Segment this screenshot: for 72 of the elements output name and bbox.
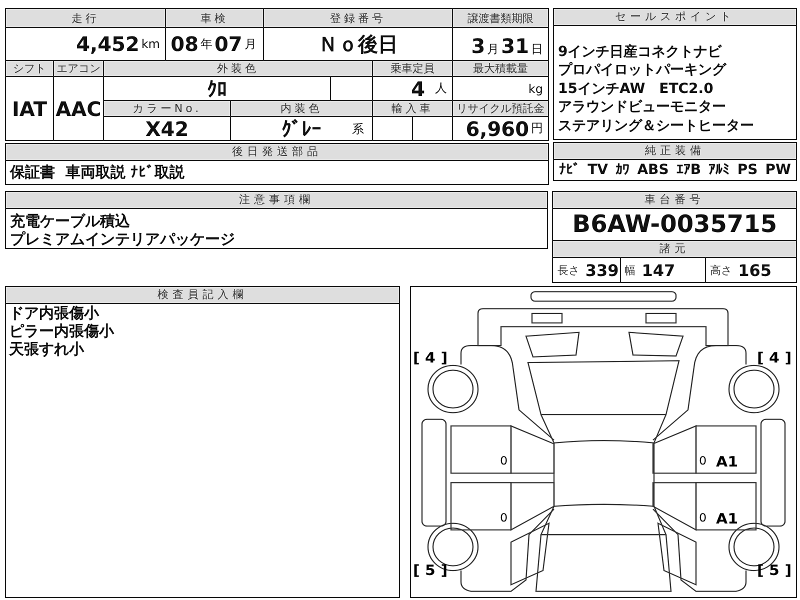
capacity-value: 4 bbox=[411, 77, 425, 100]
damage-code: A1 bbox=[716, 510, 738, 528]
tire-grade-label: [ 4 ] bbox=[757, 350, 792, 366]
column-header: 登録番号 bbox=[264, 9, 453, 28]
column-header: 走行 bbox=[6, 9, 166, 28]
column-header: 乗車定員 bbox=[373, 61, 453, 77]
equipment-item: PS bbox=[737, 162, 758, 178]
column-header: 最大積載量 bbox=[453, 61, 549, 77]
equipment-item: ｴｱB bbox=[676, 162, 702, 178]
inspector-note-text: ピラー内張傷小 bbox=[9, 322, 116, 340]
unit-label: 月 bbox=[487, 41, 500, 58]
column-header: 輸入車 bbox=[373, 101, 453, 117]
section-header: 後日発送部品 bbox=[6, 144, 548, 161]
equipment-item: ｶﾜ bbox=[616, 162, 630, 178]
column-header: カラーNo. bbox=[104, 101, 231, 117]
equipment-item: ｱﾙﾐ bbox=[708, 162, 730, 178]
spec-value: 165 bbox=[738, 260, 772, 280]
column-header: 内装色 bbox=[231, 101, 373, 117]
door-mark: 0 bbox=[699, 454, 707, 468]
section-header: 注意事項欄 bbox=[6, 192, 548, 209]
suffix-label: 系 bbox=[352, 121, 364, 138]
color-number-value: X42 bbox=[104, 117, 231, 141]
sales-point-text: 15インチAW ETC2.0 bbox=[558, 80, 714, 98]
interior-color-value: ｸﾞﾚｰ bbox=[282, 117, 322, 140]
sales-point-text: 9インチ日産コネクトナビ bbox=[558, 42, 723, 61]
spec-value: 147 bbox=[642, 260, 676, 280]
section-header: 諸元 bbox=[553, 241, 796, 258]
spec-label: 幅 bbox=[624, 262, 636, 278]
column-header: 外装色 bbox=[104, 61, 373, 77]
tire-grade-label: [ 4 ] bbox=[413, 350, 448, 366]
door-mark: 0 bbox=[500, 454, 508, 468]
spec-label: 長さ bbox=[557, 262, 580, 278]
spec-label: 高さ bbox=[710, 262, 732, 278]
inspector-note-text: 天張すれ小 bbox=[9, 340, 86, 358]
section-header: 純正装備 bbox=[554, 143, 796, 160]
unit-label: 円 bbox=[531, 120, 543, 137]
unit-label: 月 bbox=[244, 36, 256, 52]
unit-label: 年 bbox=[200, 36, 212, 52]
recycle-fee-value: 6,960 bbox=[466, 117, 529, 140]
column-header: シフト bbox=[6, 61, 54, 77]
note-text: プレミアムインテリアパッケージ bbox=[10, 230, 236, 248]
unit-label: 日 bbox=[531, 41, 543, 58]
unit-label: km bbox=[141, 37, 160, 51]
shift-value: IAT bbox=[6, 77, 54, 141]
section-header: 車台番号 bbox=[553, 192, 796, 209]
equipment-item: ABS bbox=[637, 162, 669, 178]
column-header: 譲渡書類期限 bbox=[453, 9, 549, 28]
equipment-item: TV bbox=[588, 162, 608, 178]
column-header: 車検 bbox=[166, 9, 264, 28]
day-value: 31 bbox=[501, 34, 529, 58]
unit-label: 人 bbox=[435, 80, 447, 97]
door-mark: 0 bbox=[699, 510, 707, 524]
section-header: セールスポイント bbox=[554, 9, 796, 26]
equipment-item: PW bbox=[765, 162, 791, 178]
section-header: 検査員記入欄 bbox=[6, 287, 399, 304]
unit-label: kg bbox=[528, 82, 543, 96]
damage-code: A1 bbox=[716, 454, 738, 470]
spec-value: 339 bbox=[585, 260, 619, 280]
sales-point-text: ステアリング＆シートヒーター bbox=[558, 116, 755, 135]
column-header: リサイクル預託金 bbox=[453, 101, 549, 117]
mileage-value: 4,452 bbox=[76, 32, 140, 56]
parts-list-text: 保証書 車両取説 ﾅﾋﾞ取説 bbox=[8, 162, 186, 183]
year-value: 08 bbox=[170, 32, 198, 56]
column-header: エアコン bbox=[54, 61, 104, 77]
door-mark: 0 bbox=[500, 510, 508, 524]
equipment-item: ﾅﾋﾞ bbox=[559, 162, 580, 178]
sales-point-text: アラウンドビューモニター bbox=[558, 98, 727, 116]
month-value: 07 bbox=[214, 32, 242, 56]
sales-point-text: プロパイロットパーキング bbox=[558, 61, 728, 80]
month-value: 3 bbox=[471, 34, 486, 58]
note-text: 充電ケーブル積込 bbox=[10, 212, 131, 230]
inspector-note-text: ドア内張傷小 bbox=[9, 304, 100, 322]
